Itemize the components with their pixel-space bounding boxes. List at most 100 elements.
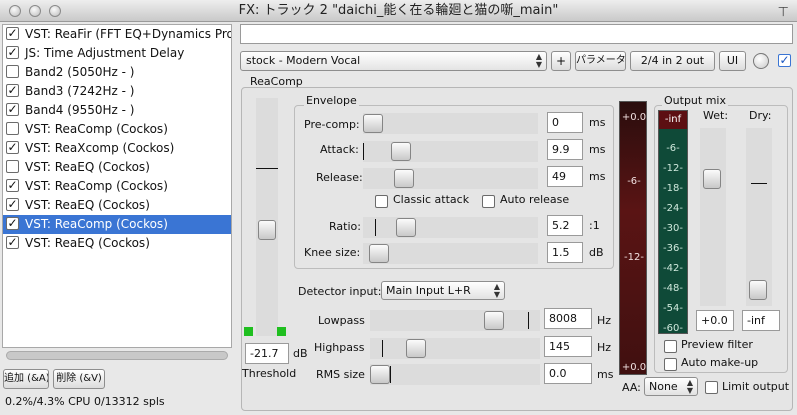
cpu-status: 0.2%/4.3% CPU 0/13312 spls: [5, 395, 165, 408]
fx-chain-list[interactable]: ✓ VST: ReaFir (FFT EQ+Dynamics Proc ✓ JS: T…: [2, 24, 232, 348]
precomp-slider-thumb[interactable]: [363, 114, 383, 133]
meter-top-label: +0.0: [621, 112, 647, 123]
ui-toggle-button[interactable]: UI: [719, 51, 746, 71]
fx-enable-checkbox[interactable]: [6, 160, 19, 173]
fx-enable-checkbox[interactable]: ✓: [6, 84, 19, 97]
fx-list-item[interactable]: ✓ VST: ReaEQ (Cockos): [3, 196, 231, 215]
rms-size-value[interactable]: 0.0: [544, 363, 592, 384]
lowpass-slider-thumb[interactable]: [484, 311, 504, 330]
highpass-slider-track[interactable]: [370, 338, 540, 359]
fx-list-item[interactable]: Band2 (5050Hz - ): [3, 63, 231, 82]
release-slider-track[interactable]: [363, 168, 538, 189]
output-mix-scale-label: -30-: [663, 223, 683, 234]
io-routing-button[interactable]: 2/4 in 2 out: [630, 51, 715, 71]
threshold-slider-thumb[interactable]: [258, 220, 276, 240]
highpass-unit: Hz: [597, 341, 612, 354]
ratio-slider-thumb[interactable]: [396, 218, 416, 237]
auto-release-checkbox[interactable]: [482, 195, 495, 208]
ratio-slider-track[interactable]: [363, 217, 538, 238]
dry-slider-track[interactable]: [746, 128, 772, 306]
preview-filter-checkbox[interactable]: [664, 340, 677, 353]
fx-list-item[interactable]: ✓ Band4 (9550Hz - ): [3, 101, 231, 120]
attack-value[interactable]: 9.9: [547, 139, 583, 160]
precomp-slider-track[interactable]: [363, 113, 538, 134]
ratio-value[interactable]: 5.2: [547, 215, 583, 236]
fx-enable-checkbox[interactable]: ✓: [6, 141, 19, 154]
fx-list-item[interactable]: ✓ Band3 (7242Hz - ): [3, 82, 231, 101]
wet-value[interactable]: +0.0: [696, 310, 734, 331]
output-mix-readout: -inf: [659, 111, 687, 129]
output-mix-scale-label: -60-: [663, 323, 683, 334]
attack-slider-track[interactable]: [363, 141, 538, 162]
threshold-value[interactable]: -21.7: [245, 343, 289, 364]
release-value[interactable]: 49: [547, 166, 583, 187]
parameters-button[interactable]: パラメータ: [575, 51, 626, 71]
fx-enable-checkbox[interactable]: ✓: [6, 103, 19, 116]
fx-list-item[interactable]: ✓ VST: ReaComp (Cockos): [3, 215, 231, 234]
limit-output-checkbox[interactable]: [705, 381, 718, 394]
fx-enable-checkbox[interactable]: [6, 122, 19, 135]
output-mix-scale-label: -36-: [663, 243, 683, 254]
release-unit: ms: [589, 170, 606, 183]
fx-list-item-label: VST: ReaEQ (Cockos): [25, 236, 150, 250]
classic-attack-checkbox[interactable]: [375, 195, 388, 208]
fx-enable-checkbox[interactable]: ✓: [6, 217, 19, 230]
fx-list-item[interactable]: VST: ReaEQ (Cockos): [3, 158, 231, 177]
fx-enable-checkbox[interactable]: ✓: [6, 179, 19, 192]
auto-release-label: Auto release: [500, 193, 570, 206]
aa-dropdown[interactable]: None ▲ ▼: [644, 377, 698, 396]
preset-dropdown[interactable]: stock - Modern Vocal ▲ ▼: [240, 51, 547, 71]
knee-value[interactable]: 1.5: [547, 242, 583, 263]
fx-list-item[interactable]: ✓ VST: ReaComp (Cockos): [3, 177, 231, 196]
dry-slider-thumb[interactable]: [749, 280, 767, 300]
lowpass-slider-track[interactable]: [370, 310, 540, 331]
fx-list-item-label: VST: ReaEQ (Cockos): [25, 198, 150, 212]
fx-list-item[interactable]: ✓ VST: ReaXcomp (Cockos): [3, 139, 231, 158]
fx-list-item[interactable]: VST: ReaComp (Cockos): [3, 120, 231, 139]
fx-enable-checkbox[interactable]: ✓: [6, 198, 19, 211]
rms-size-slider-thumb[interactable]: [370, 365, 390, 384]
fx-enable-checkbox[interactable]: ✓: [6, 27, 19, 40]
fx-name-field[interactable]: [240, 24, 793, 44]
highpass-value[interactable]: 145: [544, 336, 592, 357]
threshold-label: Threshold: [242, 367, 297, 380]
fx-list-item[interactable]: ✓ JS: Time Adjustment Delay: [3, 44, 231, 63]
fx-enable-checkbox[interactable]: ✓: [6, 46, 19, 59]
detector-input-dropdown[interactable]: Main Input L+R ▲ ▼: [381, 281, 505, 300]
add-fx-button[interactable]: 追加 (&A): [3, 369, 49, 389]
preset-value: stock - Modern Vocal: [246, 54, 361, 67]
fx-list-item[interactable]: ✓ VST: ReaFir (FFT EQ+Dynamics Proc: [3, 25, 231, 44]
fx-enable-checkbox[interactable]: ✓: [6, 236, 19, 249]
lowpass-value[interactable]: 8008: [544, 308, 592, 329]
rms-size-label: RMS size: [316, 368, 365, 381]
precomp-value[interactable]: 0: [547, 112, 583, 133]
wet-knob[interactable]: [753, 53, 769, 69]
zoom-window-button[interactable]: [49, 5, 61, 17]
highpass-slider-thumb[interactable]: [406, 339, 426, 358]
release-slider-thumb[interactable]: [394, 169, 414, 188]
add-preset-button[interactable]: +: [551, 51, 571, 71]
knee-slider-thumb[interactable]: [369, 244, 389, 263]
bypass-checkbox[interactable]: ✓: [778, 54, 791, 67]
minimize-window-button[interactable]: [29, 5, 41, 17]
fx-enable-checkbox[interactable]: [6, 65, 19, 78]
fx-list-item[interactable]: ✓ VST: ReaEQ (Cockos): [3, 234, 231, 253]
close-window-button[interactable]: [9, 5, 21, 17]
precomp-label: Pre-comp:: [304, 118, 360, 131]
rms-size-slider-track[interactable]: [370, 364, 540, 385]
remove-fx-button[interactable]: 削除 (&V): [53, 369, 105, 389]
dry-value[interactable]: -inf: [742, 310, 780, 331]
rms-size-unit: ms: [597, 368, 614, 381]
auto-makeup-checkbox[interactable]: [664, 358, 677, 371]
output-mix-scale-label: -54-: [663, 303, 683, 314]
output-mix-scale-label: -48-: [663, 283, 683, 294]
knee-slider-track[interactable]: [363, 243, 538, 264]
fx-list-horizontal-scrollbar[interactable]: [6, 351, 228, 360]
wet-slider-thumb[interactable]: [703, 169, 721, 189]
pin-icon[interactable]: ⊤: [778, 2, 789, 24]
wet-slider-track[interactable]: [700, 128, 726, 306]
fx-list-item-label: VST: ReaEQ (Cockos): [25, 160, 150, 174]
attack-slider-thumb[interactable]: [391, 142, 411, 161]
threshold-indicator-right: [277, 327, 286, 336]
threshold-slider-track[interactable]: [256, 98, 278, 336]
